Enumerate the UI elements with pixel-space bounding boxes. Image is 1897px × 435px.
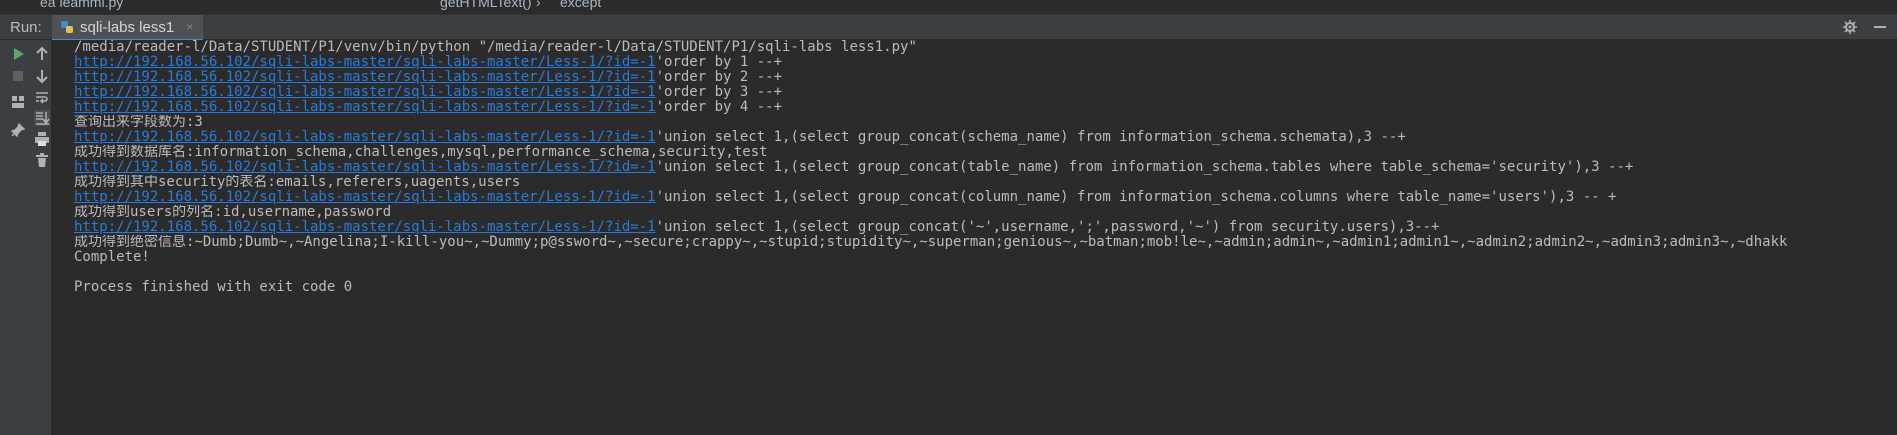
result-line: 查询出来字段数为:3 [74, 115, 203, 130]
trash-icon [36, 153, 48, 167]
run-toolbar [0, 40, 52, 435]
url-link[interactable]: http://192.168.56.102/sqli-labs-master/s… [74, 100, 656, 115]
run-icon [14, 48, 24, 60]
result-line: 成功得到绝密信息:~Dumb;Dumb~,~Angelina;I-kill-yo… [74, 235, 1788, 250]
query-text: 'union select 1,(select group_concat(tab… [655, 160, 1634, 175]
console-line: http://192.168.56.102/sqli-labs-master/s… [74, 190, 1897, 205]
close-icon[interactable]: × [186, 20, 193, 34]
scroll-to-end-icon [36, 112, 50, 125]
stop-icon [13, 71, 23, 81]
rerun-button[interactable] [10, 46, 26, 62]
console-line: http://192.168.56.102/sqli-labs-master/s… [74, 220, 1897, 235]
down-arrow-icon [36, 70, 48, 84]
command-line: /media/reader-l/Data/STUDENT/P1/venv/bin… [74, 40, 917, 55]
python-icon [61, 21, 73, 33]
url-link[interactable]: http://192.168.56.102/sqli-labs-master/s… [74, 160, 656, 175]
console-output[interactable]: /media/reader-l/Data/STUDENT/P1/venv/bin… [52, 40, 1897, 435]
result-line: 成功得到数据库名:information_schema,challenges,m… [74, 145, 768, 160]
query-text: 'union select 1,(select group_concat('~'… [655, 220, 1440, 235]
clear-button[interactable] [34, 152, 50, 168]
result-line: 成功得到其中security的表名:emails,referers,uagent… [74, 175, 521, 190]
down-button[interactable] [34, 68, 50, 84]
run-label: Run: [10, 19, 42, 36]
query-text: 'order by 2 --+ [655, 70, 783, 85]
console-line: http://192.168.56.102/sqli-labs-master/s… [74, 160, 1897, 175]
layout-button[interactable] [10, 94, 26, 110]
url-link[interactable]: http://192.168.56.102/sqli-labs-master/s… [74, 220, 656, 235]
editor-file-tab[interactable]: ea leammi.py [40, 0, 123, 10]
url-link[interactable]: http://192.168.56.102/sqli-labs-master/s… [74, 85, 656, 100]
console-line: http://192.168.56.102/sqli-labs-master/s… [74, 85, 1897, 100]
up-button[interactable] [34, 46, 50, 62]
console-line: http://192.168.56.102/sqli-labs-master/s… [74, 130, 1897, 145]
pin-button[interactable] [10, 122, 26, 138]
pin-icon [10, 122, 26, 138]
url-link[interactable]: http://192.168.56.102/sqli-labs-master/s… [74, 190, 656, 205]
stop-button[interactable] [10, 68, 26, 84]
url-link[interactable]: http://192.168.56.102/sqli-labs-master/s… [74, 55, 656, 70]
layout-icon [12, 96, 24, 108]
scroll-to-end-button[interactable] [34, 110, 50, 126]
console-line: http://192.168.56.102/sqli-labs-master/s… [74, 55, 1897, 70]
query-text: 'union select 1,(select group_concat(sch… [655, 130, 1406, 145]
run-panel-header: Run: sqli-labs less1 × [0, 14, 1897, 41]
breadcrumb-method[interactable]: getHTMLText() [440, 0, 532, 10]
breadcrumb-separator: › [536, 0, 541, 10]
soft-wrap-icon [36, 92, 48, 104]
query-text: 'union select 1,(select group_concat(col… [655, 190, 1617, 205]
run-tab-label: sqli-labs less1 [80, 18, 175, 36]
url-link[interactable]: http://192.168.56.102/sqli-labs-master/s… [74, 130, 656, 145]
print-icon [35, 132, 49, 146]
query-text: 'order by 3 --+ [655, 85, 783, 100]
console-line: http://192.168.56.102/sqli-labs-master/s… [74, 70, 1897, 85]
soft-wrap-button[interactable] [34, 89, 50, 105]
url-link[interactable]: http://192.168.56.102/sqli-labs-master/s… [74, 70, 656, 85]
gear-icon[interactable] [1843, 20, 1857, 34]
minimize-icon[interactable] [1873, 20, 1887, 34]
query-text: 'order by 4 --+ [655, 100, 783, 115]
exit-line: Process finished with exit code 0 [74, 280, 353, 295]
console-line: http://192.168.56.102/sqli-labs-master/s… [74, 100, 1897, 115]
query-text: 'order by 1 --+ [655, 55, 783, 70]
print-button[interactable] [34, 131, 50, 147]
complete-line: Complete! [74, 250, 150, 265]
result-line: 成功得到users的列名:id,username,password [74, 205, 392, 220]
breadcrumb-except[interactable]: except [560, 0, 601, 10]
run-config-tab[interactable]: sqli-labs less1 × [52, 15, 204, 41]
editor-remnant: ea leammi.py getHTMLText() › except [0, 0, 1897, 10]
up-arrow-icon [36, 46, 48, 60]
